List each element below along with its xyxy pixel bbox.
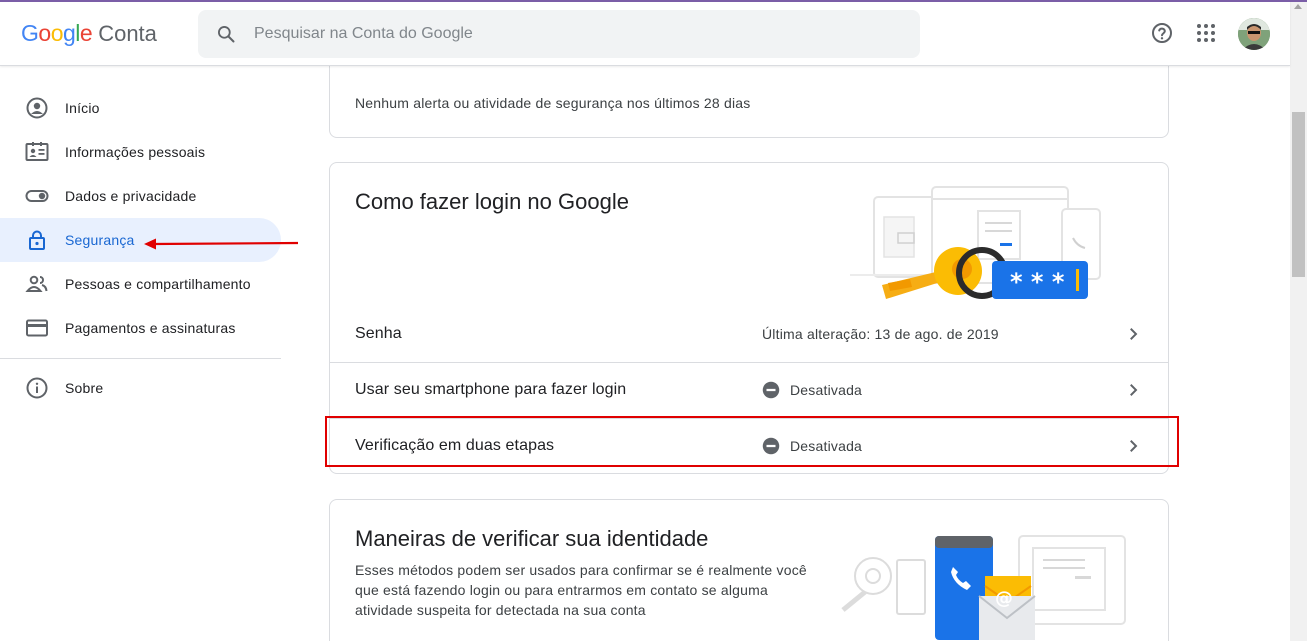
id-card-icon bbox=[25, 140, 49, 164]
logo-letter: g bbox=[62, 20, 76, 46]
apps-grid-icon[interactable] bbox=[1190, 17, 1222, 49]
sidebar-item-label: Informações pessoais bbox=[65, 144, 206, 160]
signin-card-title: Como fazer login no Google bbox=[355, 189, 629, 214]
page-scrollbar[interactable] bbox=[1290, 0, 1307, 641]
status-value: Desativada bbox=[762, 437, 862, 455]
security-events-text: Nenhum alerta ou atividade de segurança … bbox=[355, 95, 751, 111]
password-row[interactable]: Senha Última alteração: 13 de ago. de 20… bbox=[330, 306, 1168, 362]
lock-icon bbox=[25, 228, 49, 252]
info-icon bbox=[25, 376, 49, 400]
sidebar-item-sobre[interactable]: Sobre bbox=[0, 366, 281, 410]
account-circle-icon bbox=[25, 96, 49, 120]
row-value-text: Desativada bbox=[790, 382, 863, 398]
password-last-changed: Última alteração: 13 de ago. de 2019 bbox=[762, 326, 999, 342]
app-header: Google Conta bbox=[0, 0, 1290, 66]
scroll-up-arrow[interactable] bbox=[1294, 4, 1302, 9]
logo-letter: o bbox=[50, 20, 64, 46]
phone-signin-row[interactable]: Usar seu smartphone para fazer login Des… bbox=[330, 362, 1168, 418]
row-label: Senha bbox=[355, 325, 402, 342]
logo-letter: e bbox=[79, 20, 93, 46]
sidebar-nav: Início Informações pessoais Dados e priv… bbox=[0, 67, 300, 641]
row-label: Usar seu smartphone para fazer login bbox=[355, 381, 627, 398]
sidebar-item-label: Segurança bbox=[65, 232, 135, 248]
signin-card: Como fazer login no Google * * * Senha Ú… bbox=[329, 162, 1169, 474]
product-name: Conta bbox=[98, 21, 157, 46]
google-account-logo[interactable]: Google Conta bbox=[21, 20, 157, 48]
sidebar-divider bbox=[0, 358, 281, 359]
toggle-icon bbox=[25, 184, 49, 208]
credit-card-icon bbox=[25, 316, 49, 340]
sidebar-item-informacoes-pessoais[interactable]: Informações pessoais bbox=[0, 130, 281, 174]
chevron-right-icon bbox=[1130, 384, 1138, 396]
people-icon bbox=[25, 272, 49, 296]
svg-text:@: @ bbox=[995, 588, 1013, 609]
row-value-text: Desativada bbox=[790, 438, 863, 454]
sidebar-item-pagamentos-assinaturas[interactable]: Pagamentos e assinaturas bbox=[0, 306, 281, 350]
chevron-right-icon bbox=[1130, 440, 1138, 452]
sidebar-item-pessoas-compartilhamento[interactable]: Pessoas e compartilhamento bbox=[0, 262, 281, 306]
sidebar-item-label: Pessoas e compartilhamento bbox=[65, 276, 251, 292]
verify-card-title: Maneiras de verificar sua identidade bbox=[355, 526, 709, 551]
avatar[interactable] bbox=[1238, 18, 1270, 50]
sidebar-item-label: Sobre bbox=[65, 380, 104, 396]
logo-letter: o bbox=[38, 20, 51, 46]
disabled-status-icon bbox=[762, 381, 780, 399]
two-step-verification-row[interactable]: Verificação em duas etapas Desativada bbox=[330, 418, 1168, 473]
chevron-right-icon bbox=[1130, 328, 1138, 340]
status-value: Desativada bbox=[762, 381, 862, 399]
row-value-text: Última alteração: 13 de ago. de 2019 bbox=[762, 326, 999, 342]
verify-identity-card: Maneiras de verificar sua identidade Ess… bbox=[329, 499, 1169, 641]
logo-letter: G bbox=[21, 20, 39, 46]
verify-illustration: @ bbox=[841, 535, 1126, 640]
help-icon[interactable] bbox=[1146, 17, 1178, 49]
sidebar-item-label: Início bbox=[65, 100, 100, 116]
svg-text:* * *: * * * bbox=[1010, 268, 1065, 296]
disabled-status-icon bbox=[762, 437, 780, 455]
search-icon[interactable] bbox=[198, 10, 254, 58]
red-arrow-annotation bbox=[144, 238, 299, 250]
scrollbar-thumb[interactable] bbox=[1292, 112, 1305, 277]
search-input[interactable] bbox=[254, 25, 854, 43]
search-bar[interactable] bbox=[198, 10, 920, 58]
sidebar-item-label: Pagamentos e assinaturas bbox=[65, 320, 236, 336]
sidebar-item-dados-privacidade[interactable]: Dados e privacidade bbox=[0, 174, 281, 218]
window-top-border bbox=[0, 0, 1307, 2]
sidebar-item-label: Dados e privacidade bbox=[65, 188, 197, 204]
sidebar-item-inicio[interactable]: Início bbox=[0, 86, 281, 130]
row-label: Verificação em duas etapas bbox=[355, 437, 555, 454]
signin-illustration: * * * bbox=[850, 186, 1101, 299]
verify-card-description: Esses métodos podem ser usados para conf… bbox=[355, 562, 807, 618]
